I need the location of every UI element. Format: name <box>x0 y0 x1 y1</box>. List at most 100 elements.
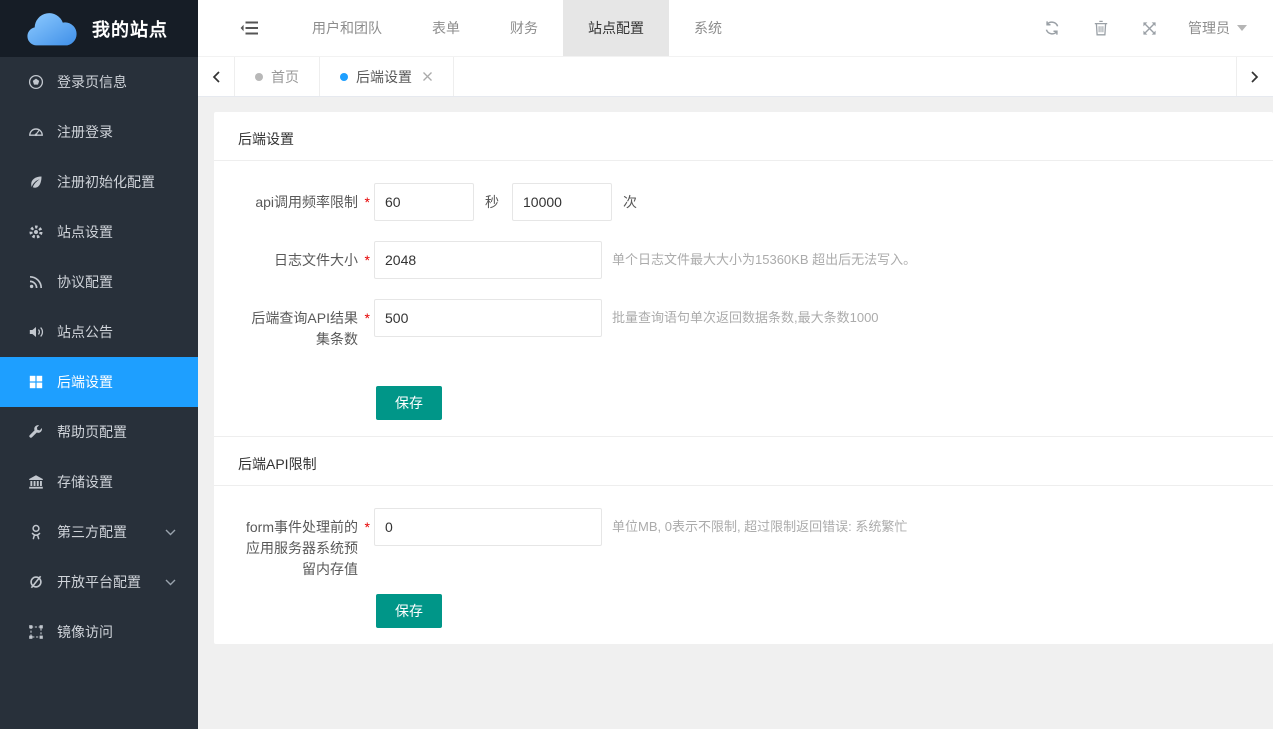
form-row-api-rate-limit: api调用频率限制 * 秒 次 <box>238 183 1249 221</box>
sidebar-item-help-page-config[interactable]: 帮助页配置 <box>0 407 198 457</box>
page-tab-backend-settings[interactable]: 后端设置 <box>320 57 454 96</box>
sidebar-item-label: 登录页信息 <box>57 72 127 92</box>
sidebar-item-mirror-access[interactable]: 镜像访问 <box>0 607 198 657</box>
save-row: 保存 <box>376 594 1273 644</box>
section-backend-settings: 后端设置 api调用频率限制 * 秒 次 日志文件大小 * 单个日志文件最大大小… <box>214 112 1273 436</box>
nav-tab-forms[interactable]: 表单 <box>407 0 485 56</box>
site-title: 我的站点 <box>92 16 168 42</box>
chevron-down-icon <box>165 579 176 586</box>
speaker-icon <box>28 324 44 340</box>
sidebar-item-register-login[interactable]: 注册登录 <box>0 107 198 157</box>
gear-icon <box>28 224 44 240</box>
section-title: 后端API限制 <box>214 437 1273 486</box>
required-mark: * <box>365 192 370 213</box>
nav-tab-site-config[interactable]: 站点配置 <box>563 0 669 56</box>
dashboard-icon <box>28 124 44 140</box>
sidebar-item-label: 第三方配置 <box>57 522 127 542</box>
page-tab-label: 后端设置 <box>356 67 412 87</box>
rss-icon <box>28 274 44 290</box>
tab-scroll-left-icon[interactable] <box>198 57 235 96</box>
sidebar-item-label: 存储设置 <box>57 472 113 492</box>
sidebar-item-site-settings[interactable]: 站点设置 <box>0 207 198 257</box>
globe-icon <box>28 74 44 90</box>
section-title: 后端设置 <box>214 112 1273 161</box>
sidebar-item-label: 协议配置 <box>57 272 113 292</box>
field-label: 后端查询API结果集条数 * <box>238 299 372 350</box>
tab-dot-icon <box>340 73 348 81</box>
grid-icon <box>28 374 44 390</box>
sidebar-item-register-init-config[interactable]: 注册初始化配置 <box>0 157 198 207</box>
sidebar-item-label: 站点设置 <box>57 222 113 242</box>
api-result-count-input[interactable] <box>374 299 602 337</box>
sidebar-item-backend-settings[interactable]: 后端设置 <box>0 357 198 407</box>
bank-icon <box>28 474 44 490</box>
sidebar: 我的站点 登录页信息 注册登录 注册初始化配置 站点设置 <box>0 0 198 729</box>
field-hint: 单位MB, 0表示不限制, 超过限制返回错误: 系统繁忙 <box>612 508 907 546</box>
wrench-icon <box>28 424 44 440</box>
sidebar-item-protocol-config[interactable]: 协议配置 <box>0 257 198 307</box>
reserved-memory-input[interactable] <box>374 508 602 546</box>
admin-dropdown[interactable]: 管理员 <box>1174 18 1253 38</box>
trash-icon[interactable] <box>1077 0 1125 57</box>
mirror-icon <box>28 624 44 640</box>
page-tab-label: 首页 <box>271 67 299 87</box>
header-actions: 管理员 <box>1027 0 1253 57</box>
fullscreen-icon[interactable] <box>1125 0 1174 57</box>
nav-tab-users-teams[interactable]: 用户和团队 <box>287 0 407 56</box>
close-icon[interactable] <box>422 71 433 82</box>
sidebar-item-label: 注册登录 <box>57 122 113 142</box>
api-rate-seconds-input[interactable] <box>374 183 474 221</box>
sidebar-item-storage-settings[interactable]: 存储设置 <box>0 457 198 507</box>
chevron-down-icon <box>165 529 176 536</box>
form-row-api-result-count: 后端查询API结果集条数 * 批量查询语句单次返回数据条数,最大条数1000 <box>238 299 1249 350</box>
tab-dot-icon <box>255 73 263 81</box>
required-mark: * <box>365 250 370 271</box>
tab-scroll-right-icon[interactable] <box>1236 57 1273 96</box>
unit-seconds: 秒 <box>485 183 499 221</box>
sidebar-item-label: 开放平台配置 <box>57 572 141 592</box>
main-content: 后端设置 api调用频率限制 * 秒 次 日志文件大小 * 单个日志文件最大大小… <box>198 97 1273 729</box>
sidebar-item-label: 注册初始化配置 <box>57 172 155 192</box>
field-label: form事件处理前的应用服务器系统预留内存值 * <box>238 508 372 580</box>
sidebar-item-open-platform-config[interactable]: 开放平台配置 <box>0 557 198 607</box>
field-label: api调用频率限制 * <box>238 183 372 213</box>
app-logo: 我的站点 <box>0 0 198 57</box>
page-tab-home[interactable]: 首页 <box>235 57 320 96</box>
form-row-reserved-memory: form事件处理前的应用服务器系统预留内存值 * 单位MB, 0表示不限制, 超… <box>238 508 1249 580</box>
page-tabbar: 首页 后端设置 <box>198 57 1273 97</box>
log-file-size-input[interactable] <box>374 241 602 279</box>
cloud-logo-icon <box>22 9 80 49</box>
person-icon <box>28 524 44 540</box>
nav-tab-finance[interactable]: 财务 <box>485 0 563 56</box>
save-button[interactable]: 保存 <box>376 594 442 628</box>
section-backend-api-limit: 后端API限制 form事件处理前的应用服务器系统预留内存值 * 单位MB, 0… <box>214 436 1273 644</box>
sidebar-item-label: 站点公告 <box>57 322 113 342</box>
save-button[interactable]: 保存 <box>376 386 442 420</box>
sidebar-item-label: 帮助页配置 <box>57 422 127 442</box>
circle-slash-icon <box>28 574 44 590</box>
field-hint: 单个日志文件最大大小为15360KB 超出后无法写入。 <box>612 241 916 279</box>
caret-down-icon <box>1237 25 1247 31</box>
refresh-icon[interactable] <box>1027 0 1077 57</box>
top-header: 用户和团队 表单 财务 站点配置 系统 管理员 <box>198 0 1273 57</box>
admin-label: 管理员 <box>1188 18 1230 38</box>
required-mark: * <box>365 308 370 329</box>
sidebar-menu: 登录页信息 注册登录 注册初始化配置 站点设置 协议配置 <box>0 57 198 657</box>
sidebar-item-label: 后端设置 <box>57 372 113 392</box>
settings-card: 后端设置 api调用频率限制 * 秒 次 日志文件大小 * 单个日志文件最大大小… <box>214 112 1273 644</box>
sidebar-item-third-party-config[interactable]: 第三方配置 <box>0 507 198 557</box>
leaf-icon <box>28 174 44 190</box>
sidebar-item-site-announcement[interactable]: 站点公告 <box>0 307 198 357</box>
api-rate-count-input[interactable] <box>512 183 612 221</box>
field-hint: 批量查询语句单次返回数据条数,最大条数1000 <box>612 299 879 337</box>
sidebar-item-login-page-info[interactable]: 登录页信息 <box>0 57 198 107</box>
nav-tab-system[interactable]: 系统 <box>669 0 747 56</box>
top-nav: 用户和团队 表单 财务 站点配置 系统 <box>287 0 747 56</box>
save-row: 保存 <box>376 386 1273 436</box>
field-label: 日志文件大小 * <box>238 241 372 271</box>
sidebar-item-label: 镜像访问 <box>57 622 113 642</box>
form-row-log-file-size: 日志文件大小 * 单个日志文件最大大小为15360KB 超出后无法写入。 <box>238 241 1249 279</box>
required-mark: * <box>365 517 370 538</box>
collapse-menu-icon[interactable] <box>240 21 259 35</box>
unit-times: 次 <box>623 183 637 221</box>
